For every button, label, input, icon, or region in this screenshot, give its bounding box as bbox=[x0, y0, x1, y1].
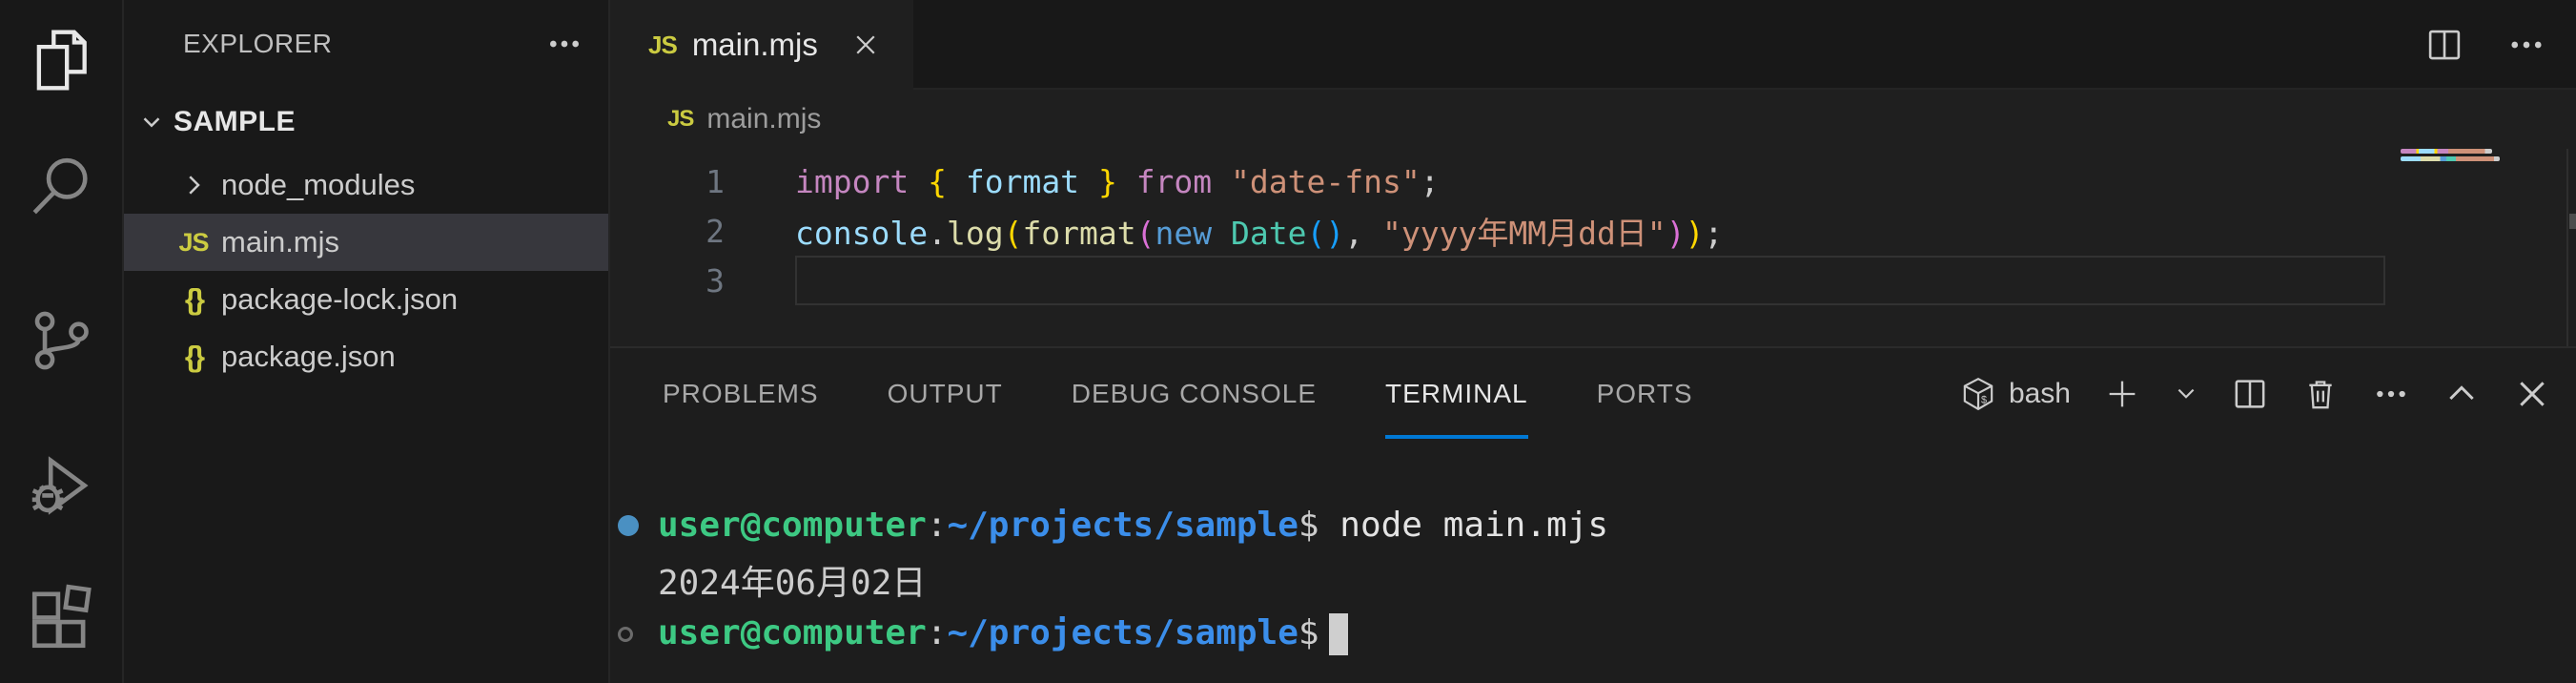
code-line-3[interactable]: 3 bbox=[610, 256, 2576, 305]
line-number: 1 bbox=[610, 163, 725, 200]
more-actions-icon[interactable] bbox=[2504, 22, 2549, 68]
panel-tab-problems[interactable]: PROBLEMS bbox=[663, 348, 819, 439]
command-success-dot-icon bbox=[610, 515, 658, 536]
terminal-row: 2024年06月02日 bbox=[610, 552, 2576, 607]
code-text: import { format } from "date-fns"; bbox=[795, 163, 1440, 200]
extensions-icon[interactable] bbox=[0, 576, 122, 662]
file-row-package-lock.json[interactable]: {}package-lock.json bbox=[124, 271, 608, 328]
panel-tab-output[interactable]: OUTPUT bbox=[888, 348, 1003, 439]
more-actions-icon[interactable] bbox=[543, 23, 585, 65]
new-terminal-icon[interactable] bbox=[2103, 375, 2141, 413]
tab-main-mjs[interactable]: JS main.mjs bbox=[610, 0, 913, 90]
activity-bar bbox=[0, 0, 124, 683]
run-debug-icon[interactable] bbox=[0, 443, 122, 528]
minimap[interactable] bbox=[2401, 149, 2534, 164]
maximize-panel-icon[interactable] bbox=[2443, 375, 2481, 413]
editor-area: JS main.mjs JS main.mjs 1 import { format… bbox=[610, 0, 2576, 683]
json-file-icon: {} bbox=[168, 282, 219, 317]
file-row-node_modules[interactable]: node_modules bbox=[124, 156, 608, 214]
terminal[interactable]: user@computer:~/projects/sample$ node ma… bbox=[610, 496, 2576, 683]
js-file-icon: JS bbox=[168, 228, 219, 258]
explorer-header: EXPLORER bbox=[124, 0, 608, 88]
minimap-line bbox=[2401, 156, 2500, 161]
terminal-prompt-line: user@computer:~/projects/sample$ node ma… bbox=[658, 506, 1608, 545]
kill-terminal-icon[interactable] bbox=[2301, 375, 2340, 413]
terminal-row: user@computer:~/projects/sample$ bbox=[610, 607, 2576, 661]
launch-profile-chevron-icon[interactable] bbox=[2174, 382, 2198, 406]
terminal-cursor bbox=[1329, 613, 1348, 655]
terminal-row: user@computer:~/projects/sample$ node ma… bbox=[610, 498, 2576, 552]
panel-tabs: PROBLEMS OUTPUT DEBUG CONSOLE TERMINAL PORTS bbox=[663, 348, 1762, 439]
more-actions-icon[interactable] bbox=[2372, 375, 2410, 413]
breadcrumb-item: main.mjs bbox=[706, 103, 821, 135]
terminal-toolbar: $ bash bbox=[1959, 375, 2551, 413]
split-editor-icon[interactable] bbox=[2422, 22, 2467, 68]
js-file-icon: JS bbox=[648, 31, 677, 60]
file-label: main.mjs bbox=[221, 225, 339, 259]
scrollbar-slider[interactable] bbox=[2569, 214, 2576, 229]
svg-text:$: $ bbox=[1981, 394, 1987, 405]
panel-tab-terminal[interactable]: TERMINAL bbox=[1385, 348, 1528, 439]
json-file-icon: {} bbox=[168, 340, 219, 374]
file-label: package.json bbox=[221, 340, 396, 374]
search-icon[interactable] bbox=[0, 143, 122, 229]
file-label: package-lock.json bbox=[221, 282, 458, 317]
chevron-down-icon bbox=[137, 108, 166, 136]
close-tab-icon[interactable] bbox=[847, 26, 885, 64]
code-line-1[interactable]: 1 import { format } from "date-fns"; bbox=[610, 156, 2576, 206]
code-line-2[interactable]: 2 console.log(format(new Date(), "yyyy年MM… bbox=[610, 206, 2576, 256]
files-icon[interactable] bbox=[0, 17, 122, 103]
bottom-panel: PROBLEMS OUTPUT DEBUG CONSOLE TERMINAL PORTS… bbox=[610, 346, 2576, 683]
file-row-package.json[interactable]: {}package.json bbox=[124, 328, 608, 385]
js-file-icon: JS bbox=[667, 106, 693, 133]
terminal-prompt-line: user@computer:~/projects/sample$ bbox=[658, 613, 1348, 655]
code-editor[interactable]: 1 import { format } from "date-fns"; 2 cons… bbox=[610, 149, 2576, 346]
code-text: console.log(format(new Date(), "yyyy年MM月… bbox=[795, 208, 1723, 254]
folder-section-header[interactable]: SAMPLE bbox=[124, 95, 608, 149]
terminal-output: 2024年06月02日 bbox=[658, 555, 926, 605]
scrollbar-divider bbox=[2566, 149, 2568, 346]
chevron-right-icon bbox=[179, 171, 208, 199]
close-panel-icon[interactable] bbox=[2513, 375, 2551, 413]
source-control-icon[interactable] bbox=[0, 298, 122, 383]
split-terminal-icon[interactable] bbox=[2231, 375, 2269, 413]
terminal-bash-icon[interactable]: $ bash bbox=[1959, 375, 2071, 413]
command-pending-dot-icon bbox=[610, 627, 658, 642]
file-row-main.mjs[interactable]: JSmain.mjs bbox=[124, 214, 608, 271]
file-label: node_modules bbox=[221, 168, 415, 202]
line-number: 3 bbox=[610, 262, 725, 300]
explorer-sidebar: EXPLORER SAMPLE node_modulesJSmain.mjs{}… bbox=[124, 0, 610, 683]
line-number: 2 bbox=[610, 213, 725, 250]
explorer-title: EXPLORER bbox=[183, 29, 543, 59]
vscode-window: EXPLORER SAMPLE node_modulesJSmain.mjs{}… bbox=[0, 0, 2576, 683]
tab-label: main.mjs bbox=[692, 27, 818, 63]
shell-label: bash bbox=[2009, 378, 2071, 410]
panel-tab-debug-console[interactable]: DEBUG CONSOLE bbox=[1072, 348, 1317, 439]
editor-actions bbox=[2422, 0, 2549, 90]
folder-name: SAMPLE bbox=[174, 106, 296, 138]
file-tree: node_modulesJSmain.mjs{}package-lock.jso… bbox=[124, 156, 608, 385]
panel-header: PROBLEMS OUTPUT DEBUG CONSOLE TERMINAL PORTS… bbox=[610, 348, 2576, 439]
current-line-highlight bbox=[795, 256, 2385, 305]
chevron-right-icon bbox=[168, 171, 219, 199]
minimap-line bbox=[2401, 149, 2492, 154]
panel-tab-ports[interactable]: PORTS bbox=[1597, 348, 1693, 439]
tab-bar: JS main.mjs bbox=[610, 0, 2576, 90]
breadcrumb[interactable]: JS main.mjs bbox=[610, 90, 2576, 149]
